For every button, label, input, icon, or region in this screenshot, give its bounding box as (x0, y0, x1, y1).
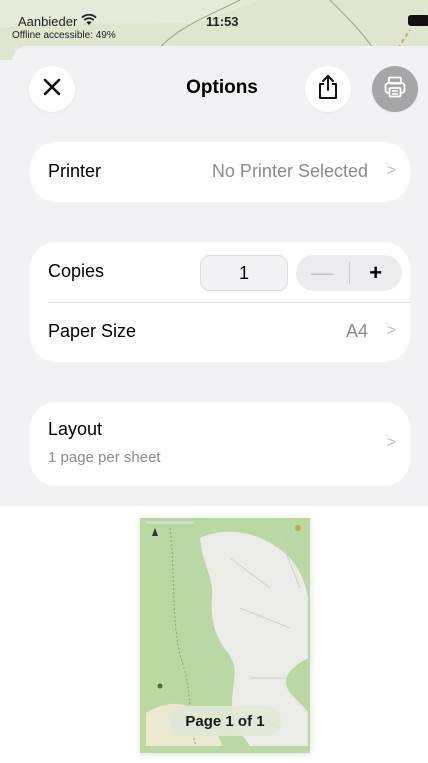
layout-label: Layout (48, 419, 103, 439)
copies-label: Copies (48, 261, 105, 281)
printer-value: No Printer Selected (211, 161, 368, 181)
close-icon (42, 77, 62, 102)
chevron-right-icon: > (386, 162, 396, 179)
copies-paper-card: Copies 1 — + Paper Size A4 > (30, 242, 410, 362)
paper-size-label: Paper Size (48, 321, 137, 341)
battery-icon (408, 15, 428, 26)
preview-area: Page 1 of 1 (0, 506, 428, 763)
share-button[interactable] (305, 66, 351, 112)
print-button[interactable] (372, 66, 418, 112)
decrement-button[interactable]: — (296, 255, 349, 291)
sheet-edge (0, 60, 12, 506)
increment-button[interactable]: + (349, 255, 402, 291)
wifi-icon (81, 13, 97, 29)
clock: 11:53 (206, 14, 239, 29)
copies-stepper: — + (296, 255, 402, 291)
carrier-label: Aanbieder (18, 14, 78, 29)
copies-count-field[interactable]: 1 (200, 255, 288, 291)
printer-icon (383, 75, 407, 104)
layout-subtitle: 1 page per sheet (48, 449, 161, 466)
close-button[interactable] (29, 66, 75, 112)
status-bar: Aanbieder 11:53 (0, 0, 428, 46)
page-preview[interactable]: Page 1 of 1 (140, 518, 310, 753)
row-divider (48, 302, 410, 303)
share-icon (317, 74, 339, 105)
layout-row[interactable]: Layout 1 page per sheet > (30, 402, 410, 486)
print-options-sheet: Options Printer No Printer Selected > Co… (12, 46, 428, 506)
page-title: Options (186, 77, 258, 98)
chevron-right-icon: > (386, 434, 396, 451)
carrier: Aanbieder (18, 13, 97, 29)
printer-row[interactable]: Printer No Printer Selected > (30, 142, 410, 202)
page-indicator: Page 1 of 1 (169, 706, 281, 736)
printer-label: Printer (48, 161, 102, 181)
chevron-right-icon: > (386, 322, 396, 339)
paper-size-value: A4 (345, 321, 368, 341)
